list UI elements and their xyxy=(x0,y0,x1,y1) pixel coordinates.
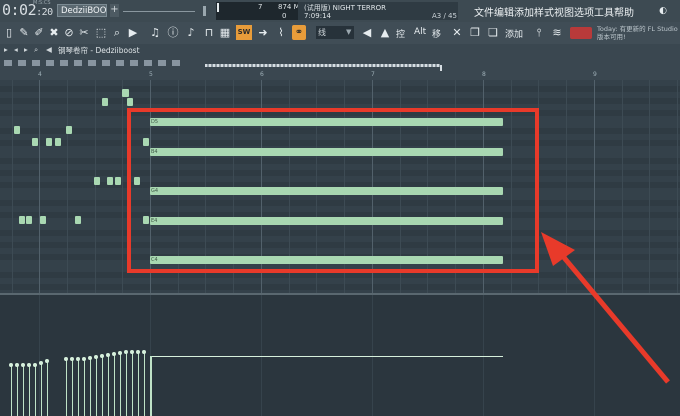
annotation-arrow xyxy=(541,232,670,384)
